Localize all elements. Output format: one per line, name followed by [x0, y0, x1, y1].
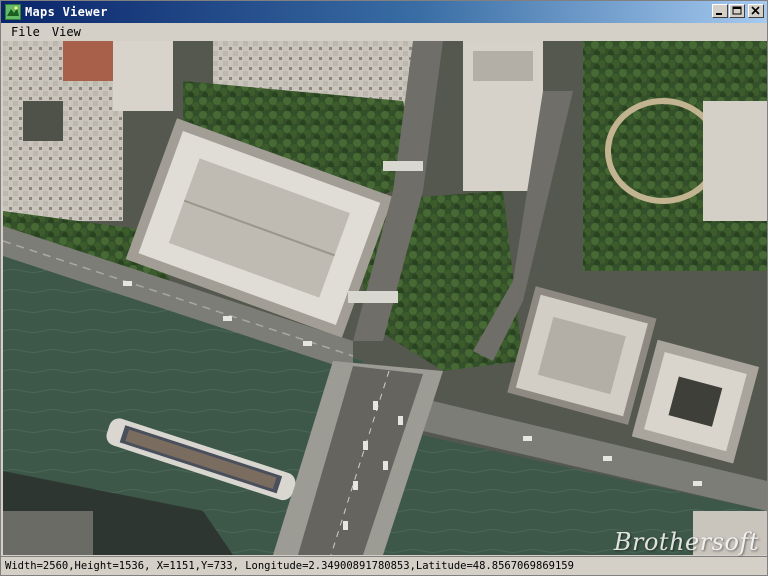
- close-button[interactable]: [748, 4, 764, 18]
- brothersoft-watermark: Brothersoft: [613, 528, 759, 556]
- minimize-button[interactable]: [712, 4, 728, 18]
- menu-file[interactable]: File: [5, 24, 46, 40]
- status-bar: Width=2560,Height=1536, X=1151,Y=733, Lo…: [1, 556, 767, 575]
- menu-bar: File View: [1, 23, 767, 41]
- maximize-icon: [732, 6, 742, 15]
- close-icon: [751, 6, 760, 15]
- menu-view-label: View: [51, 25, 81, 39]
- maximize-button[interactable]: [729, 4, 745, 18]
- app-map-icon: [5, 4, 21, 20]
- map-imagery: [3, 41, 767, 555]
- menu-file-label: File: [11, 25, 40, 39]
- maps-viewer-window: Maps Viewer File View Width=2560,Height=…: [0, 0, 768, 576]
- status-coordinates: Width=2560,Height=1536, X=1151,Y=733, Lo…: [5, 560, 574, 572]
- menu-view[interactable]: View: [46, 24, 87, 40]
- minimize-icon: [716, 13, 722, 15]
- satellite-map-view[interactable]: [3, 41, 767, 555]
- window-title: Maps Viewer: [25, 5, 108, 19]
- title-bar[interactable]: Maps Viewer: [1, 1, 767, 23]
